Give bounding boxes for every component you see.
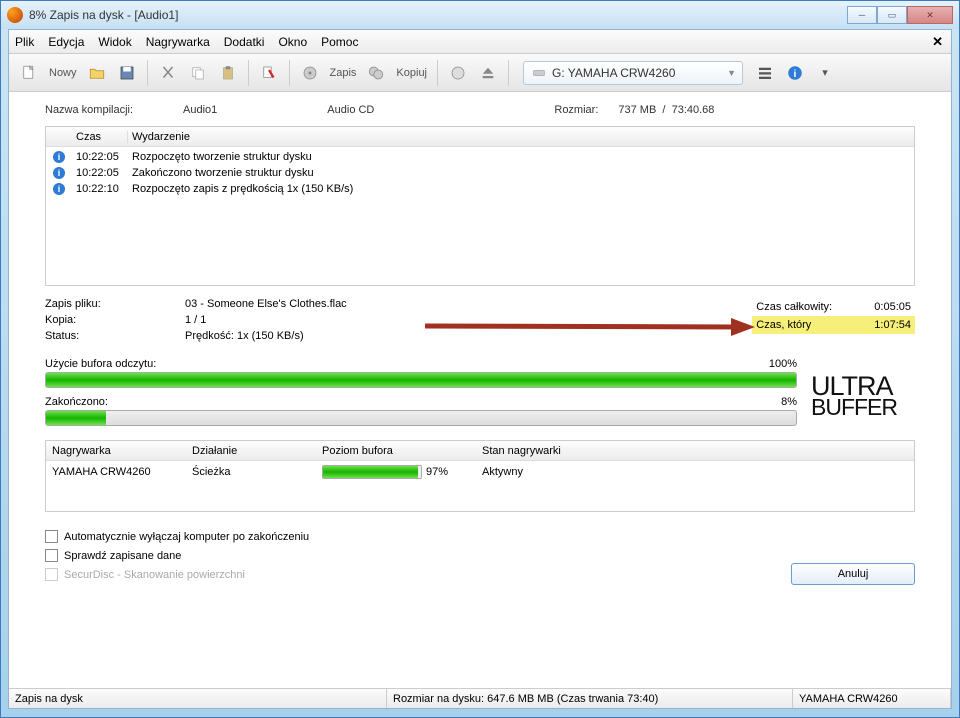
bt-h-state: Stan nagrywarki (476, 445, 914, 457)
copy-value: 1 / 1 (185, 314, 206, 326)
drive-selector[interactable]: G: YAMAHA CRW4260 ▼ (523, 61, 743, 85)
total-time-label: Czas całkowity: (756, 301, 846, 313)
close-button[interactable]: ✕ (907, 6, 953, 24)
copy-label: Kopia: (45, 314, 185, 326)
buffer-use-label: Użycie bufora odczytu: (45, 358, 769, 370)
disc-icon[interactable] (444, 59, 472, 87)
eject-icon[interactable] (474, 59, 502, 87)
comp-size-value: 737 MB (618, 104, 656, 116)
burn-icon[interactable] (296, 59, 324, 87)
log-row: i 10:22:05Zakończono tworzenie struktur … (46, 165, 914, 181)
maximize-button[interactable]: ▭ (877, 6, 907, 24)
menu-extras[interactable]: Dodatki (224, 35, 265, 49)
info-badge-icon: i (53, 183, 65, 195)
statusbar: Zapis na dysk Rozmiar na dysku: 647.6 MB… (9, 688, 951, 708)
total-time-value: 0:05:05 (874, 301, 911, 313)
speed-value: Prędkość: 1x (150 KB/s) (185, 330, 304, 342)
tools-icon[interactable] (255, 59, 283, 87)
burn-label[interactable]: Zapis (326, 67, 361, 79)
menu-file[interactable]: Plik (15, 35, 34, 49)
save-icon[interactable] (113, 59, 141, 87)
annotation-arrow (425, 316, 755, 338)
copy-disc-label[interactable]: Kopiuj (392, 67, 431, 79)
options-area: Automatycznie wyłączaj komputer po zakoń… (45, 530, 915, 581)
sb-size: Rozmiar na dysku: 647.6 MB MB (Czas trwa… (387, 689, 793, 708)
minimize-button[interactable]: ─ (847, 6, 877, 24)
chevron-down-icon: ▼ (727, 68, 736, 78)
event-log[interactable]: Czas Wydarzenie i 10:22:05Rozpoczęto two… (45, 126, 915, 286)
menu-recorder[interactable]: Nagrywarka (146, 35, 210, 49)
ultrabuffer-logo: ULTRA BUFFER (811, 376, 915, 416)
info-icon[interactable]: i (781, 59, 809, 87)
new-label[interactable]: Nowy (45, 67, 81, 79)
status-label: Status: (45, 330, 185, 342)
info-badge-icon: i (53, 167, 65, 179)
cut-icon[interactable] (154, 59, 182, 87)
sb-drive: YAMAHA CRW4260 (793, 689, 951, 708)
overflow-icon[interactable]: ▾ (811, 59, 839, 87)
list-icon[interactable] (751, 59, 779, 87)
read-buffer-bar (45, 372, 797, 388)
new-doc-icon[interactable] (15, 59, 43, 87)
bt-h-recorder: Nagrywarka (46, 445, 186, 457)
toolbar: Nowy Zapis Kopiuj G: YAMAHA CRW4260 ▼ (9, 54, 951, 92)
cancel-button[interactable]: Anuluj (791, 563, 915, 585)
bt-h-action: Działanie (186, 445, 316, 457)
remain-time-value: 1:07:54 (874, 319, 911, 331)
remain-time-label: Czas, który (756, 319, 846, 331)
comp-duration: 73:40.68 (672, 104, 715, 116)
burner-row: YAMAHA CRW4260 Ścieżka 97% Aktywny (46, 461, 914, 483)
status-area: Zapis pliku:03 - Someone Else's Clothes.… (45, 298, 915, 342)
menubar: Plik Edycja Widok Nagrywarka Dodatki Okn… (9, 30, 951, 54)
log-col-event: Wydarzenie (128, 131, 914, 143)
log-col-time: Czas (72, 131, 128, 143)
check-shutdown[interactable]: Automatycznie wyłączaj komputer po zakoń… (45, 530, 915, 543)
buffer-use-pct: 100% (769, 358, 797, 370)
open-icon[interactable] (83, 59, 111, 87)
menu-edit[interactable]: Edycja (48, 35, 84, 49)
menu-help[interactable]: Pomoc (321, 35, 358, 49)
log-row: i 10:22:10Rozpoczęto zapis z prędkością … (46, 181, 914, 197)
app-icon (7, 7, 23, 23)
info-badge-icon: i (53, 151, 65, 163)
burner-table: Nagrywarka Działanie Poziom bufora Stan … (45, 440, 915, 512)
sb-status: Zapis na dysk (9, 689, 387, 708)
burner-buffer-bar (322, 465, 422, 479)
comp-size-label: Rozmiar: (554, 104, 598, 116)
comp-name-value: Audio1 (183, 104, 217, 116)
copy-disc-icon[interactable] (362, 59, 390, 87)
mdi-close-icon[interactable]: ✕ (932, 34, 943, 50)
drive-icon (532, 66, 546, 80)
check-verify[interactable]: Sprawdź zapisane dane (45, 549, 915, 562)
progress-bar (45, 410, 797, 426)
window-title: 8% Zapis na dysk - [Audio1] (29, 8, 847, 22)
file-value: 03 - Someone Else's Clothes.flac (185, 298, 347, 310)
time-box: Czas całkowity: 0:05:05 Czas, który 1:07:5… (752, 298, 915, 334)
comp-name-label: Nazwa kompilacji: (45, 104, 133, 116)
file-label: Zapis pliku: (45, 298, 185, 310)
menu-view[interactable]: Widok (98, 35, 131, 49)
comp-type: Audio CD (327, 104, 374, 116)
menu-window[interactable]: Okno (278, 35, 307, 49)
compilation-info: Nazwa kompilacji: Audio1 Audio CD Rozmia… (45, 104, 915, 116)
check-securdisc: SecurDisc - Skanowanie powierzchni (45, 568, 915, 581)
done-pct: 8% (781, 396, 797, 408)
paste-icon[interactable] (214, 59, 242, 87)
drive-name: G: YAMAHA CRW4260 (552, 66, 675, 80)
svg-text:i: i (794, 67, 797, 79)
bt-h-buffer: Poziom bufora (316, 445, 476, 457)
titlebar[interactable]: 8% Zapis na dysk - [Audio1] ─ ▭ ✕ (1, 1, 959, 29)
copy-icon[interactable] (184, 59, 212, 87)
log-row: i 10:22:05Rozpoczęto tworzenie struktur … (46, 149, 914, 165)
window-frame: 8% Zapis na dysk - [Audio1] ─ ▭ ✕ Plik E… (0, 0, 960, 718)
done-label: Zakończono: (45, 396, 781, 408)
